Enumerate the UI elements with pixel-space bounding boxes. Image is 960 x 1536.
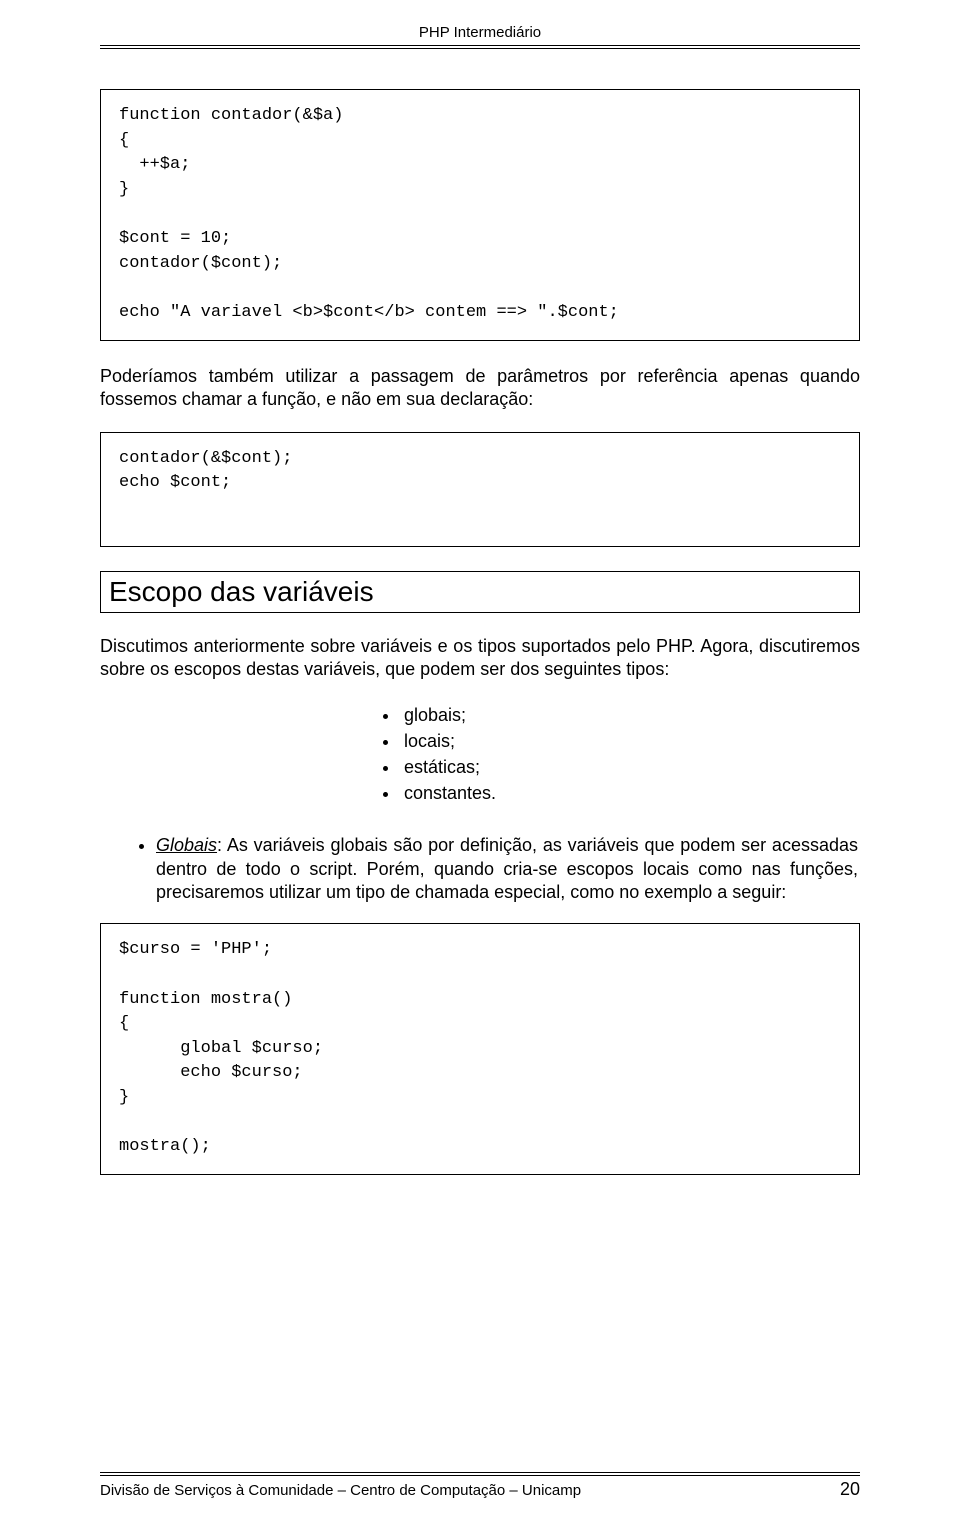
definition-term: Globais: [156, 835, 217, 855]
definition-text: : As variáveis globais são por definição…: [156, 835, 858, 903]
list-item: globais;: [400, 702, 860, 728]
scope-type-list: globais; locais; estáticas; constantes.: [100, 702, 860, 806]
paragraph-1: Poderíamos também utilizar a passagem de…: [100, 365, 860, 412]
footer-text: Divisão de Serviços à Comunidade – Centr…: [100, 1482, 581, 1499]
definition-list: Globais: As variáveis globais são por de…: [100, 834, 860, 905]
code-block-3: $curso = 'PHP'; function mostra() { glob…: [100, 923, 860, 1175]
page-number: 20: [840, 1479, 860, 1500]
code-block-1: function contador(&$a) { ++$a; } $cont =…: [100, 89, 860, 341]
list-item: constantes.: [400, 780, 860, 806]
list-item: locais;: [400, 728, 860, 754]
footer-line: Divisão de Serviços à Comunidade – Centr…: [100, 1479, 860, 1500]
code-block-2: contador(&$cont); echo $cont;: [100, 432, 860, 547]
definition-globais: Globais: As variáveis globais são por de…: [156, 834, 860, 905]
list-item: estáticas;: [400, 754, 860, 780]
header-rule-top: [100, 45, 860, 46]
footer-rule-top: [100, 1472, 860, 1473]
paragraph-2: Discutimos anteriormente sobre variáveis…: [100, 635, 860, 682]
page-header-block: PHP Intermediário: [100, 24, 860, 49]
page-footer: Divisão de Serviços à Comunidade – Centr…: [100, 1464, 860, 1500]
page: PHP Intermediário function contador(&$a)…: [0, 0, 960, 1536]
footer-rule-bottom: [100, 1475, 860, 1476]
section-title: Escopo das variáveis: [100, 571, 860, 613]
content: function contador(&$a) { ++$a; } $cont =…: [100, 49, 860, 1464]
page-header-title: PHP Intermediário: [100, 24, 860, 41]
